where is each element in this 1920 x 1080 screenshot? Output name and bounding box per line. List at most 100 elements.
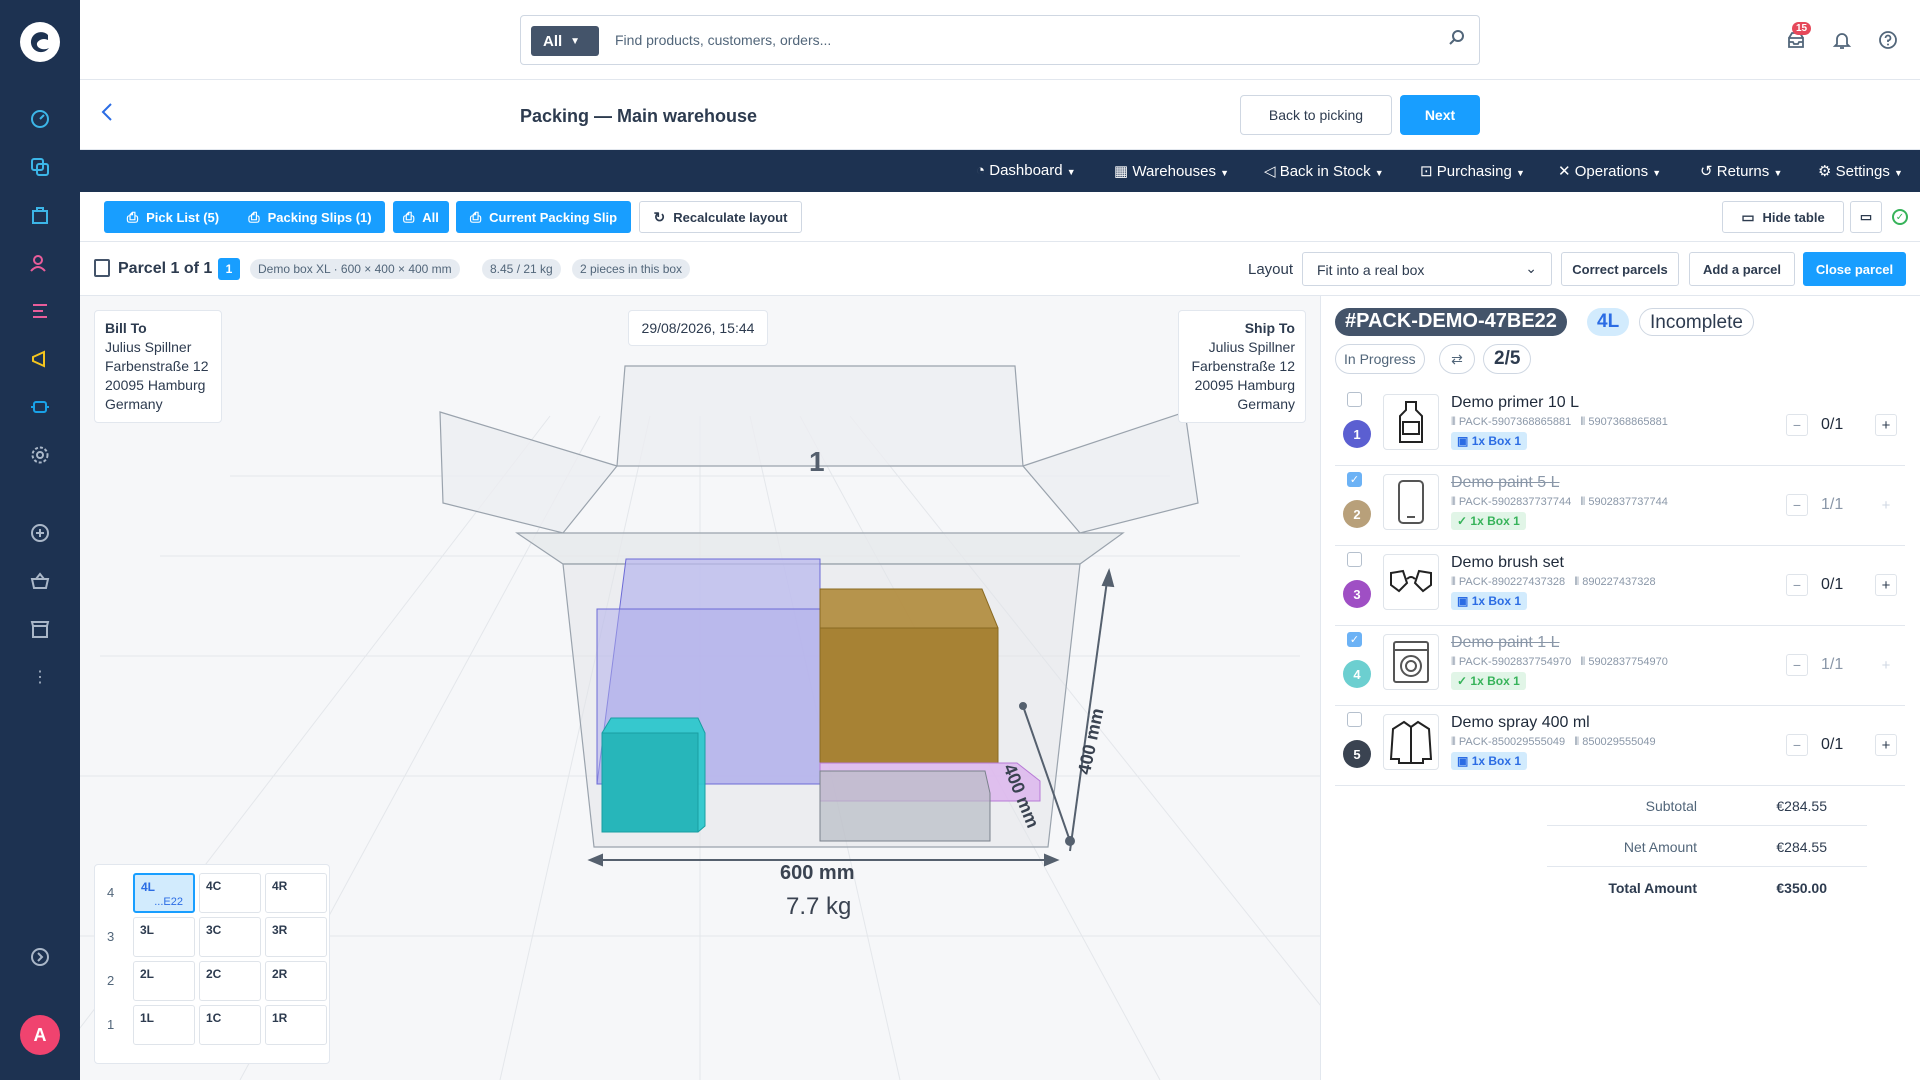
collapse-sidebar-icon[interactable] — [27, 944, 53, 970]
add-icon[interactable] — [27, 520, 53, 546]
slot-cell[interactable]: 4R — [265, 873, 327, 913]
nav-settings[interactable]: ⚙ Settings ▼ — [1818, 162, 1903, 180]
settings-icon[interactable] — [27, 442, 53, 468]
decrease-qty-button[interactable]: − — [1786, 494, 1808, 516]
printer-icon: ⎙ — [403, 208, 415, 225]
item-checkbox[interactable] — [1347, 552, 1362, 567]
content-icon[interactable] — [27, 298, 53, 324]
back-arrow-icon[interactable] — [100, 102, 114, 128]
box-weight-label: 7.7 kg — [786, 893, 852, 920]
store-icon[interactable] — [27, 616, 53, 642]
packing-3d-viewer[interactable]: 1 600 mm 7.7 kg 400 mm 400 mm Bill To Ju… — [80, 296, 1320, 1080]
marketing-icon[interactable] — [27, 346, 53, 372]
slot-cell[interactable]: 3R — [265, 917, 327, 957]
item-checkbox[interactable]: ✓ — [1347, 632, 1362, 647]
search-scope-select[interactable]: All ▼ — [531, 26, 599, 56]
basket-icon[interactable] — [27, 568, 53, 594]
item-qty: 0/1 — [1821, 416, 1844, 433]
slot-row-label: 1 — [107, 1017, 115, 1032]
recalculate-layout-button[interactable]: ↻ Recalculate layout — [639, 201, 802, 233]
increase-qty-button[interactable]: + — [1875, 574, 1897, 596]
increase-qty-button[interactable]: + — [1875, 494, 1897, 516]
print-current-slip-button[interactable]: ⎙ Current Packing Slip — [456, 201, 631, 233]
order-id-badge: #PACK-DEMO-47BE22 — [1335, 308, 1567, 336]
slot-cell[interactable]: 3L — [133, 917, 195, 957]
barcode-icon: ⦀ — [1451, 576, 1456, 588]
customers-icon[interactable] — [27, 250, 53, 276]
decrease-qty-button[interactable]: − — [1786, 654, 1808, 676]
slot-cell-selected[interactable]: 4L ...E22 — [133, 873, 195, 913]
barcode-icon: ⦀ — [1574, 736, 1580, 748]
help-icon[interactable] — [1876, 28, 1900, 52]
hide-table-button[interactable]: ▭ Hide table — [1722, 201, 1844, 233]
shopware-logo-icon[interactable] — [20, 22, 60, 62]
nav-purchasing[interactable]: ⊡ Purchasing ▼ — [1420, 162, 1525, 180]
increase-qty-button[interactable]: + — [1875, 654, 1897, 676]
item-checkbox[interactable] — [1347, 712, 1362, 727]
nav-warehouses[interactable]: ▦ Warehouses ▼ — [1114, 162, 1229, 180]
item-name: Demo spray 400 ml — [1451, 714, 1590, 731]
slot-cell[interactable]: 1L — [133, 1005, 195, 1045]
item-ean: 5902837754970 — [1588, 656, 1668, 668]
close-parcel-button[interactable]: Close parcel — [1803, 252, 1906, 286]
layout-select[interactable]: Fit into a real box ⌄ — [1302, 252, 1552, 286]
slot-cell[interactable]: 2C — [199, 961, 261, 1001]
item-box-label: 1x Box 1 — [1471, 594, 1522, 608]
dashboard-icon[interactable] — [27, 106, 53, 132]
parcel-number-badge[interactable]: 1 — [218, 258, 240, 280]
item-codes: ⦀ PACK-5902837737744 ⦀ 5902837737744 — [1451, 496, 1668, 509]
print-pick-list-button[interactable]: ⎙ Pick List (5) — [104, 201, 242, 233]
slot-cell[interactable]: 4C — [199, 873, 261, 913]
correct-parcels-button[interactable]: Correct parcels — [1561, 252, 1679, 286]
bell-icon[interactable] — [1830, 28, 1854, 52]
nav-label: Warehouses — [1132, 163, 1216, 180]
orders-icon[interactable] — [27, 202, 53, 228]
catalog-icon[interactable] — [27, 154, 53, 180]
item-ean: 850029555049 — [1582, 736, 1656, 748]
chevron-down-icon: ▼ — [1066, 167, 1076, 177]
search-input[interactable]: Find products, customers, orders... — [615, 32, 831, 48]
ship-to-name: Julius Spillner — [1208, 339, 1295, 355]
extensions-icon[interactable] — [27, 394, 53, 420]
order-date: 29/08/2026, 15:44 — [628, 310, 768, 346]
nav-operations[interactable]: ✕ Operations ▼ — [1558, 162, 1661, 180]
nav-returns[interactable]: ↺ Returns ▼ — [1700, 162, 1782, 180]
add-parcel-button[interactable]: Add a parcel — [1689, 252, 1795, 286]
more-icon[interactable]: ⋮ — [27, 664, 53, 690]
item-checkbox[interactable]: ✓ — [1347, 472, 1362, 487]
connected-check-icon: ✓ — [1892, 209, 1908, 225]
slot-cell[interactable]: 2R — [265, 961, 327, 1001]
item-box-label: 1x Box 1 — [1470, 674, 1520, 688]
button-label: All — [422, 209, 439, 225]
item-box-label: 1x Box 1 — [1471, 754, 1522, 768]
width-dimension-label: 600 mm — [780, 862, 855, 884]
decrease-qty-button[interactable]: − — [1786, 574, 1808, 596]
nav-dashboard[interactable]: ◔ Dashboard ▼ — [976, 162, 1076, 179]
item-box-tag: ✓ 1x Box 1 — [1451, 672, 1526, 690]
back-to-picking-button[interactable]: Back to picking — [1240, 95, 1392, 135]
next-button[interactable]: Next — [1400, 95, 1480, 135]
slot-cell[interactable]: 1C — [199, 1005, 261, 1045]
total-amount-label: Total Amount — [1608, 880, 1697, 896]
print-all-button[interactable]: ⎙ All — [393, 201, 449, 233]
progress-status-badge: In Progress — [1335, 344, 1425, 374]
slot-cell[interactable]: 1R — [265, 1005, 327, 1045]
nav-back-in-stock[interactable]: ◁ Back in Stock ▼ — [1264, 162, 1384, 180]
slot-cell[interactable]: 3C — [199, 917, 261, 957]
item-number-badge: 5 — [1343, 740, 1371, 768]
increase-qty-button[interactable]: + — [1875, 734, 1897, 756]
search-icon[interactable] — [1449, 29, 1465, 50]
increase-qty-button[interactable]: + — [1875, 414, 1897, 436]
item-box-tag: ✓ 1x Box 1 — [1451, 512, 1526, 530]
decrease-qty-button[interactable]: − — [1786, 414, 1808, 436]
decrease-qty-button[interactable]: − — [1786, 734, 1808, 756]
slot-cell[interactable]: 2L — [133, 961, 195, 1001]
route-icon[interactable]: ⇄ — [1439, 344, 1475, 374]
order-status-badge: Incomplete — [1639, 308, 1754, 336]
print-packing-slips-button[interactable]: ⎙ Packing Slips (1) — [235, 201, 385, 233]
display-mode-button[interactable]: ▭ — [1850, 201, 1882, 233]
item-name: Demo brush set — [1451, 554, 1564, 571]
item-checkbox[interactable] — [1347, 392, 1362, 407]
slot-row: 1 1L 1C 1R — [95, 1003, 331, 1047]
user-avatar[interactable]: A — [20, 1015, 60, 1055]
